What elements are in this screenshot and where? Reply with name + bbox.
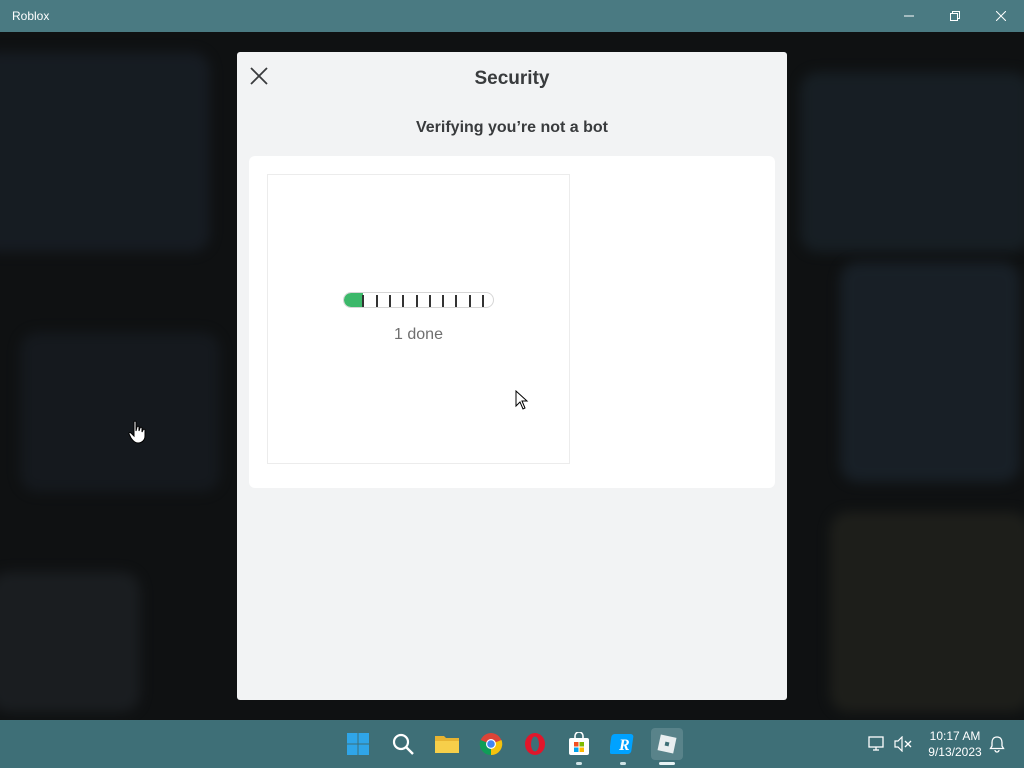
- hand-cursor-icon: [128, 420, 146, 444]
- window-title-bar[interactable]: Roblox: [0, 0, 1024, 32]
- roblox-studio-button[interactable]: R: [607, 728, 639, 765]
- windows-start-button[interactable]: [342, 728, 374, 760]
- search-button[interactable]: [387, 728, 419, 760]
- progress-segment-tick: [415, 295, 418, 307]
- running-indicator: [576, 762, 582, 765]
- close-icon: [996, 11, 1006, 21]
- taskbar: R 10:17 AM 9/13/2023: [0, 720, 1024, 768]
- background-art: [800, 72, 1024, 252]
- captcha-challenge-frame[interactable]: 1 done: [267, 174, 570, 464]
- microsoft-store-icon: [569, 732, 589, 755]
- roblox-studio-icon: R: [610, 734, 634, 754]
- background-art: [20, 332, 220, 492]
- minimize-button[interactable]: [886, 0, 932, 32]
- dialog-subtitle: Verifying you’re not a bot: [415, 119, 609, 136]
- challenge-panel: 1 done: [249, 156, 775, 488]
- background-art: [0, 52, 210, 252]
- roblox-player-icon: [657, 734, 677, 754]
- progress-segment-tick: [468, 295, 471, 307]
- file-explorer-button[interactable]: [431, 728, 463, 760]
- chrome-icon: [479, 733, 503, 756]
- roblox-player-button[interactable]: [651, 728, 683, 765]
- mouse-cursor-icon: [515, 390, 529, 410]
- clock-date: 9/13/2023: [928, 745, 982, 759]
- security-dialog: Security Verifying you’re not a bot 1 do…: [237, 52, 787, 700]
- challenge-progress-bar: [343, 292, 494, 308]
- opera-icon: [525, 733, 545, 755]
- progress-segment-tick: [455, 295, 458, 307]
- bell-icon: [989, 735, 1005, 753]
- progress-fill: [344, 293, 364, 307]
- restore-icon: [950, 11, 960, 21]
- progress-segment-tick: [428, 295, 431, 307]
- close-window-button[interactable]: [978, 0, 1024, 32]
- dialog-title: Security: [474, 68, 550, 89]
- progress-segment-tick: [375, 295, 378, 307]
- chrome-button[interactable]: [475, 728, 507, 760]
- window-title: Roblox: [12, 9, 50, 23]
- file-explorer-icon: [435, 736, 459, 753]
- background-art: [830, 512, 1024, 712]
- background-art: [0, 572, 140, 712]
- network-tray-button[interactable]: [864, 720, 890, 768]
- restore-button[interactable]: [932, 0, 978, 32]
- opera-button[interactable]: [519, 728, 551, 760]
- progress-segment-tick: [362, 295, 365, 307]
- taskbar-clock[interactable]: 10:17 AM 9/13/2023: [918, 728, 992, 760]
- progress-segment-tick: [388, 295, 391, 307]
- notifications-button[interactable]: [986, 720, 1008, 768]
- volume-muted-icon: [894, 736, 912, 752]
- volume-tray-button[interactable]: [890, 720, 916, 768]
- progress-segment-tick: [482, 295, 484, 307]
- background-art: [840, 262, 1020, 482]
- progress-label: 1 done: [394, 326, 443, 343]
- search-icon: [392, 733, 414, 755]
- progress-segment-tick: [442, 295, 445, 307]
- microsoft-store-button[interactable]: [563, 728, 595, 765]
- progress-segment-tick: [402, 295, 405, 307]
- windows-start-icon: [347, 733, 369, 755]
- active-indicator: [659, 762, 675, 765]
- clock-time: 10:17 AM: [929, 729, 981, 743]
- running-indicator: [620, 762, 626, 765]
- minimize-icon: [904, 15, 914, 17]
- network-icon: [868, 736, 884, 751]
- svg-text:R: R: [618, 737, 630, 754]
